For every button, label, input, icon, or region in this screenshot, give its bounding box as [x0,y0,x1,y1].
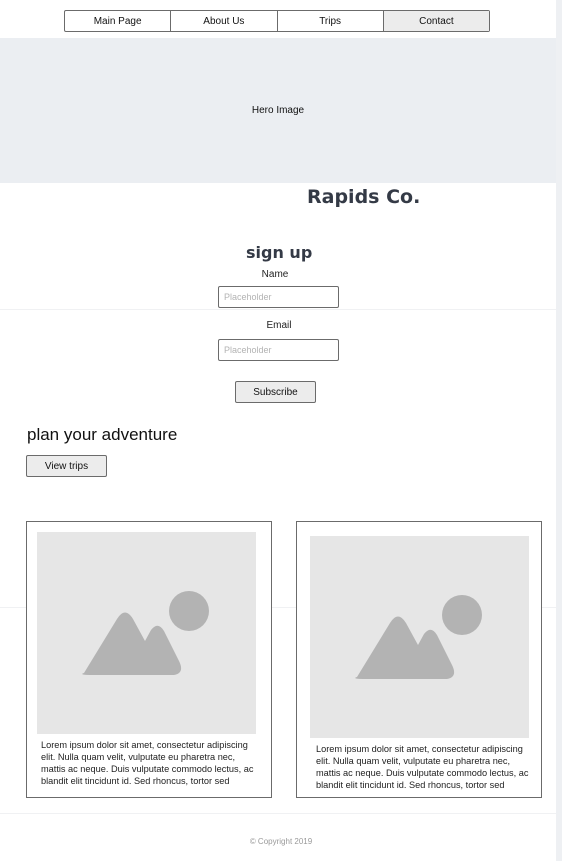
scrollbar[interactable] [556,0,562,861]
image-placeholder-icon [37,532,256,734]
copyright: © Copyright 2019 [249,837,313,846]
nav-trips[interactable]: Trips [278,11,384,31]
trip-card[interactable]: Lorem ipsum dolor sit amet, consectetur … [26,521,272,798]
email-input[interactable] [218,339,339,361]
trip-card[interactable]: Lorem ipsum dolor sit amet, consectetur … [296,521,542,798]
main-nav: Main Page About Us Trips Contact [64,10,490,32]
image-placeholder-icon [310,536,529,738]
plan-heading: plan your adventure [27,425,178,444]
nav-contact[interactable]: Contact [383,11,489,31]
brand-title: Rapids Co. [307,186,421,208]
card-description: Lorem ipsum dolor sit amet, consectetur … [41,740,254,786]
subscribe-button[interactable]: Subscribe [235,381,316,403]
divider [0,309,556,310]
hero-image: Hero Image [0,38,556,183]
view-trips-button[interactable]: View trips [26,455,107,477]
name-label: Name [261,269,289,280]
name-input[interactable] [218,286,339,308]
card-description: Lorem ipsum dolor sit amet, consectetur … [316,744,529,790]
email-label: Email [266,320,292,331]
divider [0,813,556,814]
nav-about-us[interactable]: About Us [171,11,278,31]
nav-main-page[interactable]: Main Page [65,11,172,31]
hero-label: Hero Image [251,105,305,116]
signup-title: sign up [246,243,313,262]
